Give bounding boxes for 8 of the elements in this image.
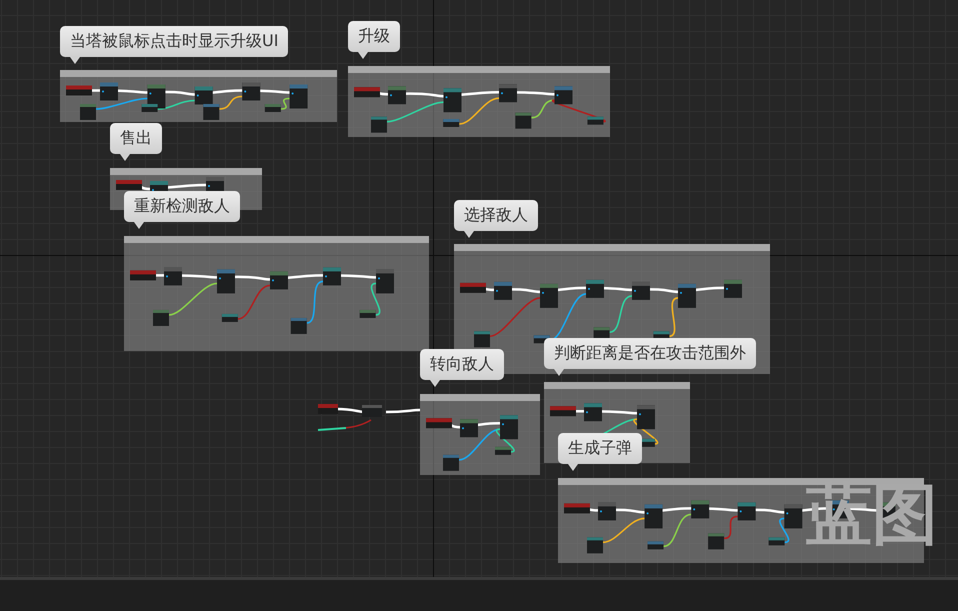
comment-bubble-tooltip: 判断距离是否在攻击范围外 [544,338,756,376]
comment-bubble-tooltip: 重新检测敌人 [124,191,240,229]
comment-bubble-tooltip: 当塔被鼠标点击时显示升级UI [60,26,288,64]
comment-bubble-tooltip: 升级 [348,21,400,59]
comment-bubble-tooltip: 生成子弹 [558,433,642,471]
comment-bubble-tooltip: 转向敌人 [420,349,504,387]
comment-bubble-tooltip: 选择敌人 [454,200,538,238]
comment-bubble-tooltip: 售出 [110,123,162,161]
